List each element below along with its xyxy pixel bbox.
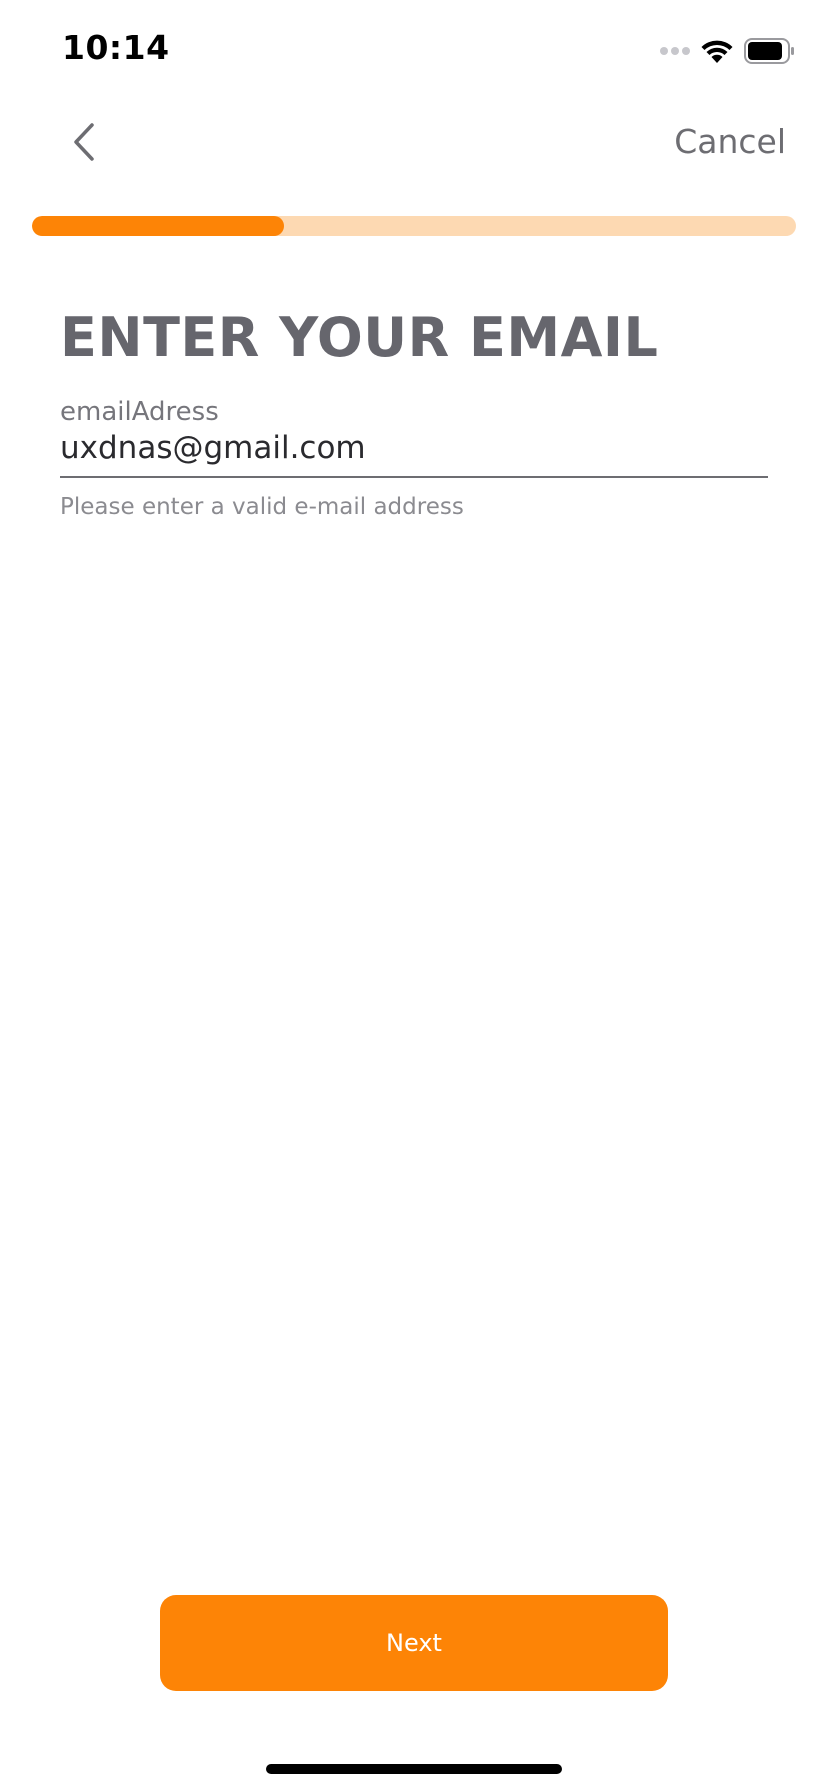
- chevron-left-icon: [74, 123, 94, 161]
- battery-icon: [744, 38, 794, 64]
- email-field-hint: Please enter a valid e-mail address: [60, 494, 464, 520]
- status-time: 10:14: [62, 28, 170, 67]
- status-bar: 10:14: [0, 0, 828, 100]
- home-indicator[interactable]: [266, 1764, 562, 1774]
- page-title: ENTER YOUR EMAIL: [60, 306, 659, 369]
- cancel-button[interactable]: Cancel: [674, 122, 786, 161]
- nav-bar: Cancel: [0, 100, 828, 200]
- email-field-group: emailAdress Please enter a valid e-mail …: [60, 396, 768, 520]
- status-icons: [660, 36, 796, 66]
- wifi-icon: [701, 40, 733, 63]
- back-button[interactable]: [56, 114, 112, 170]
- progress-bar: [32, 216, 796, 236]
- progress-bar-fill: [32, 216, 285, 236]
- email-field-label: emailAdress: [60, 397, 219, 427]
- next-button[interactable]: Next: [160, 1595, 668, 1691]
- email-input[interactable]: [60, 428, 768, 478]
- signal-icon: [660, 47, 690, 55]
